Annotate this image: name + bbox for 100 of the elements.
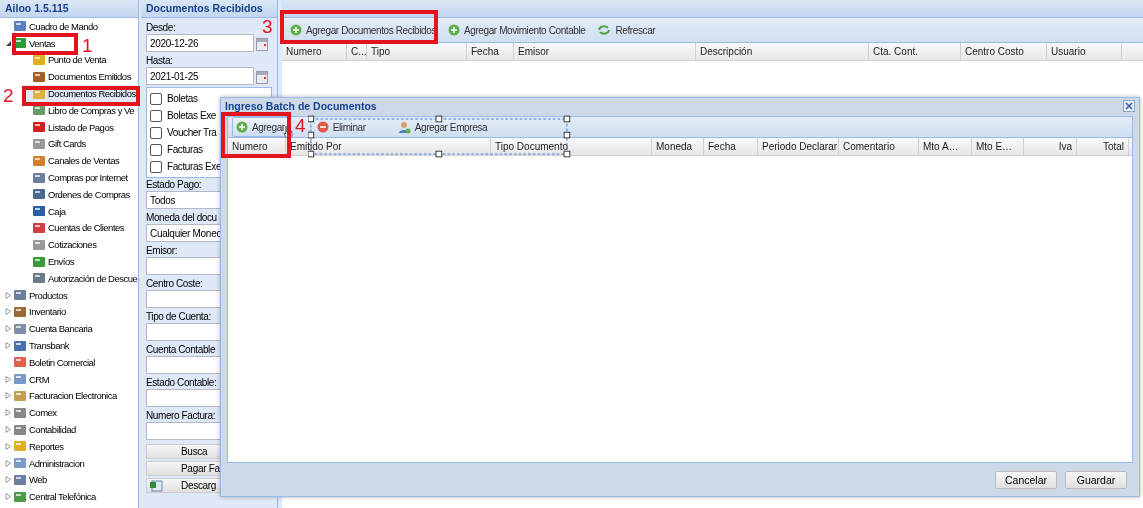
tree-item[interactable]: Cuentas de Clientes <box>24 219 126 237</box>
column-header[interactable]: Emisor <box>514 43 696 60</box>
menu-item-icon <box>33 172 45 183</box>
toolbar-button[interactable]: Agregar Movimiento Contable <box>444 20 590 40</box>
tree-item[interactable]: Boletin Comercial <box>5 353 96 371</box>
tree-item[interactable]: Cuadro de Mando <box>5 18 99 35</box>
checkbox-option[interactable]: Facturas <box>150 141 203 158</box>
tree-item[interactable]: Documentos Emitidos <box>24 68 132 86</box>
column-header[interactable]: Periodo Declarar <box>758 138 839 155</box>
tree-item[interactable]: Facturacion Electronica <box>5 387 118 405</box>
remove-icon <box>316 121 329 133</box>
column-header[interactable]: Moneda <box>652 138 704 155</box>
column-header[interactable]: Numero <box>282 43 347 60</box>
tree-item[interactable]: Ordenes de Compras <box>24 185 131 203</box>
field-label: Estado Contable: <box>146 376 217 389</box>
tree-item[interactable]: Cotizaciones <box>24 236 98 254</box>
expand-arrow-icon[interactable] <box>5 459 12 467</box>
expand-arrow-icon[interactable] <box>5 325 12 333</box>
menu-item-icon <box>14 474 26 485</box>
toolbar-button[interactable]: Agregar Empresa <box>393 117 492 137</box>
expand-arrow-icon[interactable] <box>5 291 12 299</box>
column-header[interactable]: Mto E… <box>972 138 1024 155</box>
expand-arrow-icon[interactable] <box>5 409 12 417</box>
column-header[interactable]: Iva <box>1024 138 1077 155</box>
close-icon[interactable] <box>1123 100 1135 112</box>
column-header[interactable]: Descripción <box>696 43 869 60</box>
calendar-icon[interactable] <box>256 37 268 51</box>
date-field[interactable]: 2021-01-25 <box>146 67 254 85</box>
menu-item-icon <box>33 273 45 284</box>
checkbox-option[interactable]: Facturas Exe <box>150 158 222 175</box>
checkbox-option[interactable]: Boletas Exe <box>150 107 216 124</box>
menu-item-icon <box>14 424 26 435</box>
tree-item[interactable]: Web <box>5 471 48 489</box>
tree-item[interactable]: Central Telefónica <box>5 488 97 506</box>
tree-item[interactable]: CRM <box>5 370 51 388</box>
column-header[interactable]: Fecha <box>467 43 514 60</box>
toolbar-button[interactable]: Refrescar <box>593 20 660 40</box>
calendar-icon[interactable] <box>256 70 268 84</box>
column-header[interactable]: Usuario <box>1047 43 1122 60</box>
expand-arrow-icon[interactable] <box>5 392 12 400</box>
tree-item[interactable]: Transbank <box>5 337 71 354</box>
expand-arrow-icon[interactable] <box>5 442 12 450</box>
menu-item-icon <box>14 491 26 502</box>
tree-item[interactable]: Productos <box>5 286 69 304</box>
tree-item[interactable]: Comex <box>5 404 58 422</box>
dialog-button[interactable]: Guardar <box>1065 470 1127 489</box>
column-header[interactable]: Mto A… <box>919 138 972 155</box>
refresh-icon <box>597 24 612 36</box>
add-icon <box>448 24 460 36</box>
column-header[interactable]: Total <box>1077 138 1129 155</box>
checkbox-option[interactable]: Voucher Tra <box>150 124 217 141</box>
expand-arrow-icon[interactable] <box>5 375 12 383</box>
tree-item[interactable]: Canales de Ventas <box>24 152 121 170</box>
tree-item[interactable]: Administracion <box>5 454 86 472</box>
collapse-arrow-icon[interactable] <box>5 39 12 47</box>
expand-arrow-icon[interactable] <box>5 476 12 484</box>
expand-arrow-icon[interactable] <box>5 493 12 501</box>
step-number: 4 <box>295 116 306 135</box>
column-header[interactable]: Cta. Cont. <box>869 43 961 60</box>
field-label: Numero Factura: <box>146 409 216 422</box>
tree-item[interactable]: Envíos <box>24 253 76 270</box>
column-header[interactable]: Centro Costo <box>961 43 1047 60</box>
panel-title: Documentos Recibidos <box>141 0 277 18</box>
toolbar-button[interactable]: Agregar <box>232 117 289 137</box>
dialog-button[interactable]: Cancelar <box>995 470 1057 489</box>
step-number: 2 <box>3 86 14 105</box>
checkbox-option[interactable]: Boletas <box>150 90 198 107</box>
tree-item[interactable]: Libro de Compras y Ve <box>24 102 136 119</box>
spreadsheet-icon <box>150 480 163 492</box>
column-header[interactable]: C... <box>347 43 367 60</box>
tree-item[interactable]: Autorización de Descue <box>24 269 139 287</box>
field-label: Hasta: <box>146 54 173 67</box>
tree-item[interactable]: Reportes <box>5 437 65 455</box>
hand-cursor-icon <box>283 126 293 139</box>
column-header[interactable]: Tipo <box>367 43 467 60</box>
tree-item[interactable]: Contabilidad <box>5 421 77 438</box>
menu-item-icon <box>14 38 26 49</box>
expand-arrow-icon[interactable] <box>5 342 12 350</box>
expand-arrow-icon[interactable] <box>5 426 12 433</box>
tree-item[interactable]: Ventas <box>5 34 57 52</box>
tree-item[interactable]: Listado de Pagos <box>24 118 115 136</box>
field-label: Desde: <box>146 21 176 34</box>
column-header[interactable]: Comentario <box>839 138 919 155</box>
add-icon <box>290 24 302 36</box>
menu-item-icon <box>14 290 26 301</box>
tree-item[interactable]: Compras por Internet <box>24 169 129 186</box>
tree-item[interactable]: Cuenta Bancaria <box>5 320 94 338</box>
menu-item-icon <box>14 340 26 351</box>
date-field[interactable]: 2020-12-26 <box>146 34 254 52</box>
field-label: Tipo de Cuenta: <box>146 310 211 323</box>
column-header[interactable]: Fecha <box>704 138 758 155</box>
menu-item-icon <box>33 71 45 82</box>
menu-item-icon <box>14 374 26 385</box>
expand-arrow-icon[interactable] <box>5 308 12 316</box>
menu-item-icon <box>33 222 45 233</box>
menu-item-icon <box>14 21 26 32</box>
tree-item[interactable]: Inventario <box>5 303 67 321</box>
tree-item[interactable]: Gift Cards <box>24 135 87 153</box>
menu-item-icon <box>14 458 26 469</box>
tree-item[interactable]: Caja <box>24 202 67 220</box>
